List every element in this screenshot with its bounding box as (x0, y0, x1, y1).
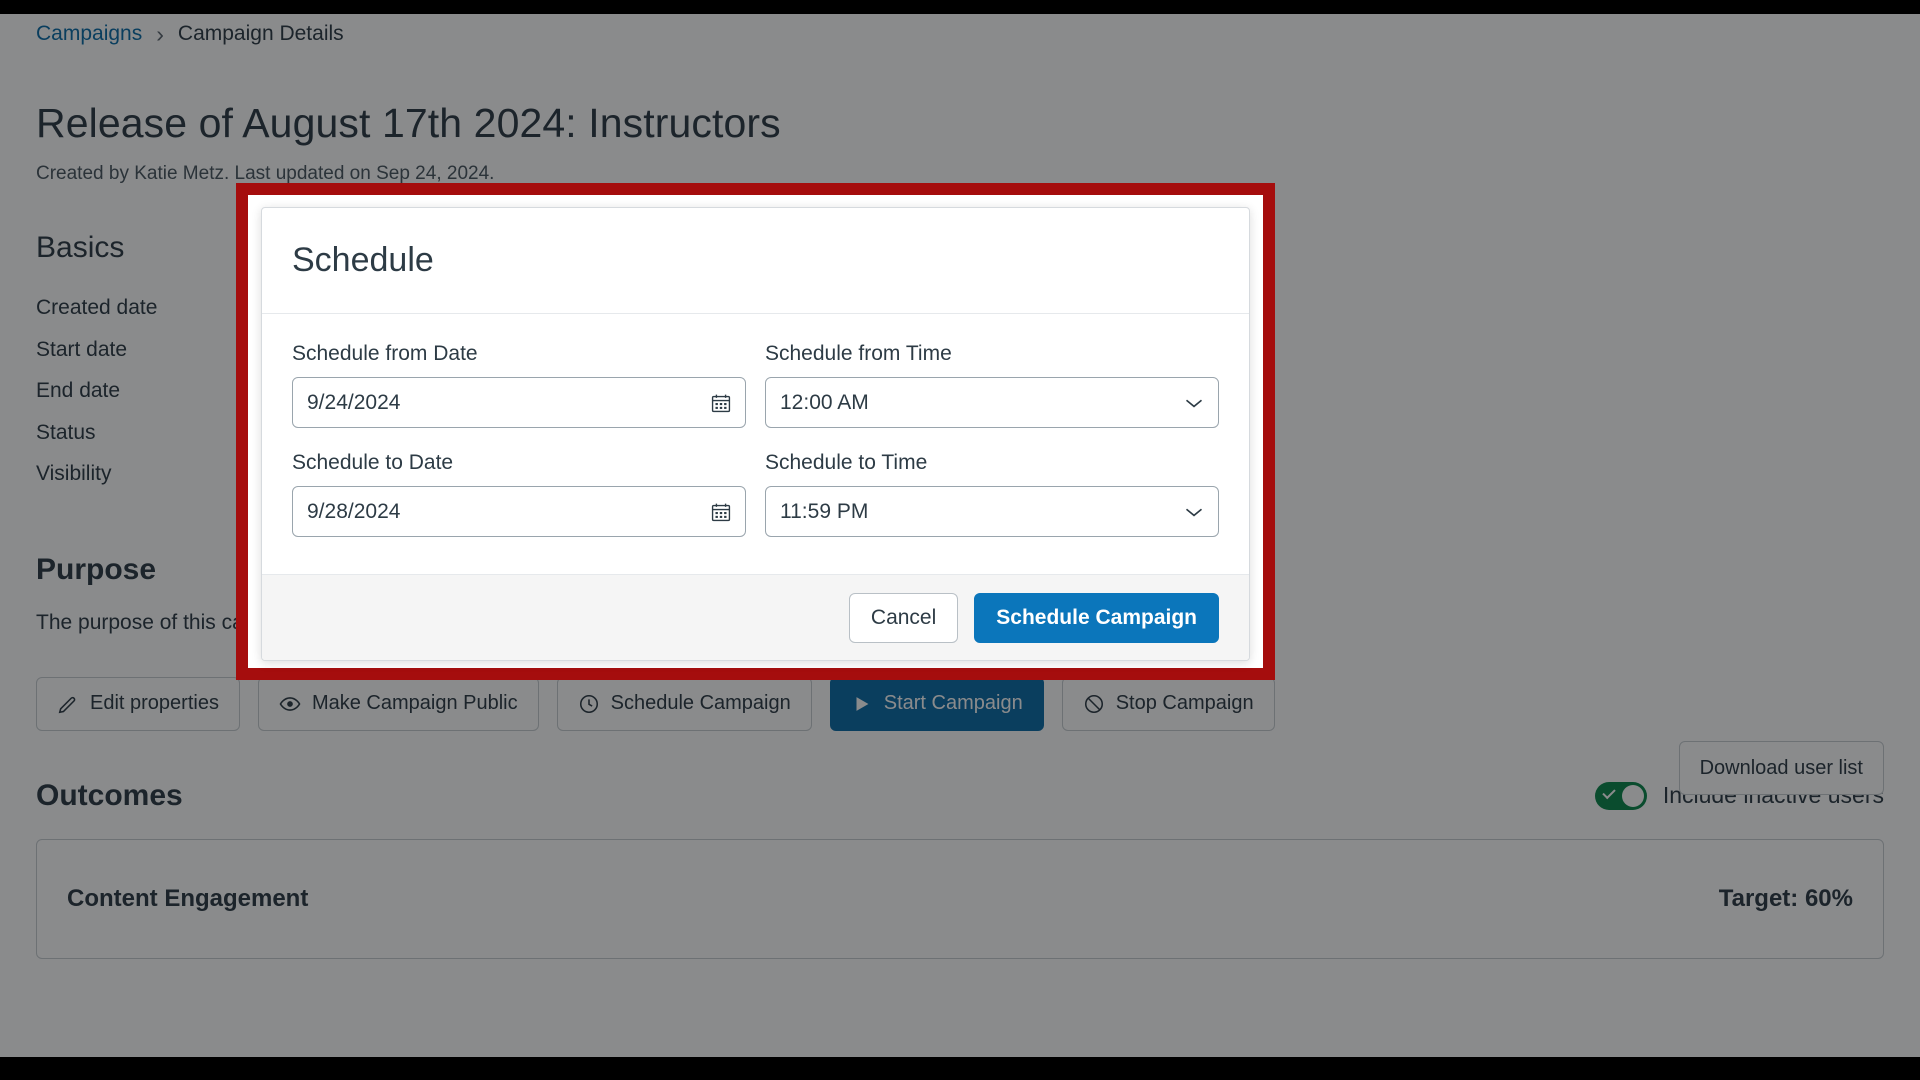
field-label-schedule-from-date: Schedule from Date (292, 342, 478, 365)
field-label-schedule-from-time: Schedule from Time (765, 342, 952, 365)
field-schedule-from-date: Schedule from Date 9/24/2024 (292, 342, 746, 428)
letterbox-bottom (0, 1057, 1920, 1080)
schedule-to-date-input[interactable]: 9/28/2024 (292, 486, 746, 537)
schedule-to-time-select[interactable]: 11:59 PM (765, 486, 1219, 537)
schedule-campaign-submit-button[interactable]: Schedule Campaign (974, 592, 1219, 643)
dialog-body: Schedule from Date 9/24/2024 Schedule fr… (262, 314, 1249, 574)
field-label-schedule-to-time: Schedule to Time (765, 451, 928, 474)
field-schedule-from-time: Schedule from Time 12:00 AM (765, 342, 1219, 428)
letterbox-top (0, 0, 1920, 14)
chevron-down-icon[interactable] (1184, 397, 1204, 409)
dialog-footer: Cancel Schedule Campaign (262, 574, 1249, 660)
schedule-from-time-value: 12:00 AM (780, 390, 869, 414)
schedule-dialog: Schedule Schedule from Date 9/24/2024 Sc… (261, 207, 1250, 661)
cancel-button[interactable]: Cancel (848, 592, 959, 643)
calendar-icon[interactable] (710, 501, 732, 523)
schedule-from-date-value: 9/24/2024 (307, 390, 401, 414)
screen-root: Campaigns › Campaign Details Release of … (0, 0, 1920, 1080)
schedule-to-time-value: 11:59 PM (780, 499, 869, 523)
schedule-field-grid: Schedule from Date 9/24/2024 Schedule fr… (292, 342, 1219, 537)
chevron-down-icon[interactable] (1184, 506, 1204, 518)
schedule-from-time-select[interactable]: 12:00 AM (765, 377, 1219, 428)
field-schedule-to-time: Schedule to Time 11:59 PM (765, 451, 1219, 537)
schedule-to-date-value: 9/28/2024 (307, 499, 401, 523)
field-schedule-to-date: Schedule to Date 9/28/2024 (292, 451, 746, 537)
dialog-header: Schedule (262, 208, 1249, 314)
dialog-title: Schedule (292, 241, 434, 279)
schedule-from-date-input[interactable]: 9/24/2024 (292, 377, 746, 428)
calendar-icon[interactable] (710, 392, 732, 414)
field-label-schedule-to-date: Schedule to Date (292, 451, 454, 474)
